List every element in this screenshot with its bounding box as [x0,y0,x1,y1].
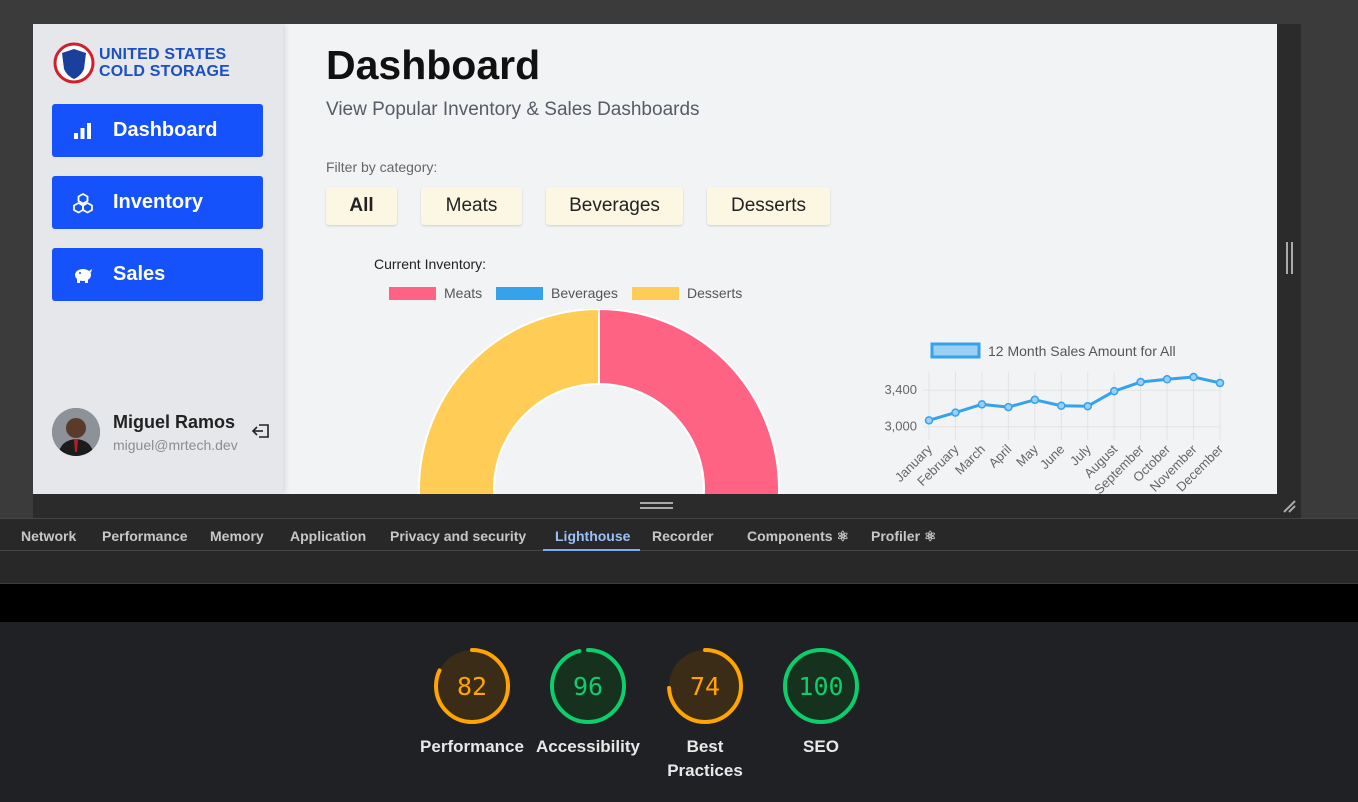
tab-profiler[interactable]: Profiler ⚛ [871,528,936,545]
legend-swatch [930,342,981,359]
y-tick-label: 3,000 [884,419,917,434]
sales-point[interactable] [977,400,987,409]
user-name: Miguel Ramos [113,412,236,432]
sales-point[interactable] [1136,377,1145,387]
x-tick-label: April [985,441,1014,470]
bar-chart-icon [72,120,94,142]
sales-point[interactable] [924,416,934,425]
legend-swatch [632,286,679,300]
sales-point[interactable] [1083,401,1092,411]
legend-label: Meats [444,285,483,301]
score-gauge-performance[interactable]: 82 [432,646,512,726]
logout-icon[interactable] [250,420,272,442]
gauge-score: 82 [456,671,488,701]
sales-point[interactable] [1162,375,1172,384]
sidebar: UNITED STATES COLD STORAGE Dashboard Inv… [33,24,283,494]
app-viewport: UNITED STATES COLD STORAGE Dashboard Inv… [33,24,1277,494]
legend-swatch [389,286,436,300]
filter-label: Filter by category: [326,159,438,175]
sales-line [928,375,1221,422]
devtools-tabbar: Network Performance Memory Application P… [0,518,1358,552]
height-resize-handle[interactable] [640,502,673,509]
score-gauge-seo[interactable]: 100 [781,646,861,726]
sales-line-chart: 12 Month Sales Amount for All 3,000 3,400 J… [884,342,1227,494]
nav-inventory-label: Inventory [113,191,204,213]
gauge-label: SEO [803,737,839,756]
legend-beverages[interactable]: Beverages [496,285,618,301]
user-profile: Miguel Ramos miguel@mrtech.dev [52,408,277,458]
cubes-icon [72,192,94,214]
nav-inventory-button[interactable]: Inventory [52,176,263,229]
x-tick-label: May [1013,441,1041,469]
lighthouse-toolbar [0,551,1358,584]
inventory-doughnut-chart [418,309,780,494]
page-subtitle: View Popular Inventory & Sales Dashboard… [326,99,700,120]
tab-components[interactable]: Components ⚛ [747,528,849,545]
line-legend[interactable]: 12 Month Sales Amount for All [930,342,1176,359]
gauge-label: Accessibility [536,737,640,756]
corner-resize-handle[interactable] [1280,497,1298,515]
tab-application[interactable]: Application [290,528,366,544]
sales-point[interactable] [1109,386,1119,396]
sales-point[interactable] [951,408,960,417]
nav-dashboard-label: Dashboard [113,119,218,141]
filter-beverages-button[interactable]: Beverages [546,187,683,225]
nav-dashboard-button[interactable]: Dashboard [52,104,263,157]
tab-lighthouse[interactable]: Lighthouse [555,528,630,544]
logo-line1: UNITED STATES [99,46,227,63]
sales-point[interactable] [1189,372,1198,382]
sales-point[interactable] [1215,378,1225,388]
user-email: miguel@mrtech.dev [113,437,238,453]
score-gauge-accessibility[interactable]: 96 [548,646,628,726]
tab-recorder[interactable]: Recorder [652,528,713,544]
logo[interactable]: UNITED STATES COLD STORAGE [53,42,263,86]
y-tick-label: 3,400 [884,382,917,397]
gauge-label: Best Practices [667,737,743,780]
nav-sales-label: Sales [113,263,166,285]
sales-point[interactable] [1057,401,1066,410]
tab-performance[interactable]: Performance [102,528,188,544]
piggy-bank-icon [72,264,94,286]
legend-swatch [496,286,543,300]
doughnut-slice-meats[interactable] [598,309,780,494]
legend-desserts[interactable]: Desserts [632,285,743,301]
x-tick-label: June [1037,442,1068,473]
sales-point[interactable] [1004,402,1013,412]
logo-line2: COLD STORAGE [99,63,231,80]
score-gauge-best-practices[interactable]: 74 [665,646,745,726]
filter-all-button[interactable]: All [326,187,397,225]
tab-network[interactable]: Network [21,528,76,544]
legend-meats[interactable]: Meats [389,285,483,301]
gauge-score: 96 [572,671,604,701]
gauge-score: 100 [798,671,844,701]
line-legend-label: 12 Month Sales Amount for All [988,343,1176,359]
shield-logo-icon [53,42,95,84]
gauge-score: 74 [689,671,721,701]
x-tick-label: March [952,442,988,478]
width-resize-handle[interactable] [1286,242,1293,274]
page-title: Dashboard [326,42,541,88]
gauge-label: Performance [420,737,524,756]
filter-desserts-button[interactable]: Desserts [707,187,830,225]
tab-privacy-security[interactable]: Privacy and security [390,528,526,544]
sales-point[interactable] [1030,395,1040,405]
filter-meats-button[interactable]: Meats [421,187,522,225]
lighthouse-url-bar [0,584,1358,622]
doughnut-slice-desserts[interactable] [418,309,600,494]
tab-memory[interactable]: Memory [210,528,264,544]
nav-sales-button[interactable]: Sales [52,248,263,301]
inventory-chart-title: Current Inventory: [374,256,487,272]
legend-label: Desserts [687,285,743,301]
avatar[interactable] [52,408,100,456]
legend-label: Beverages [551,285,618,301]
